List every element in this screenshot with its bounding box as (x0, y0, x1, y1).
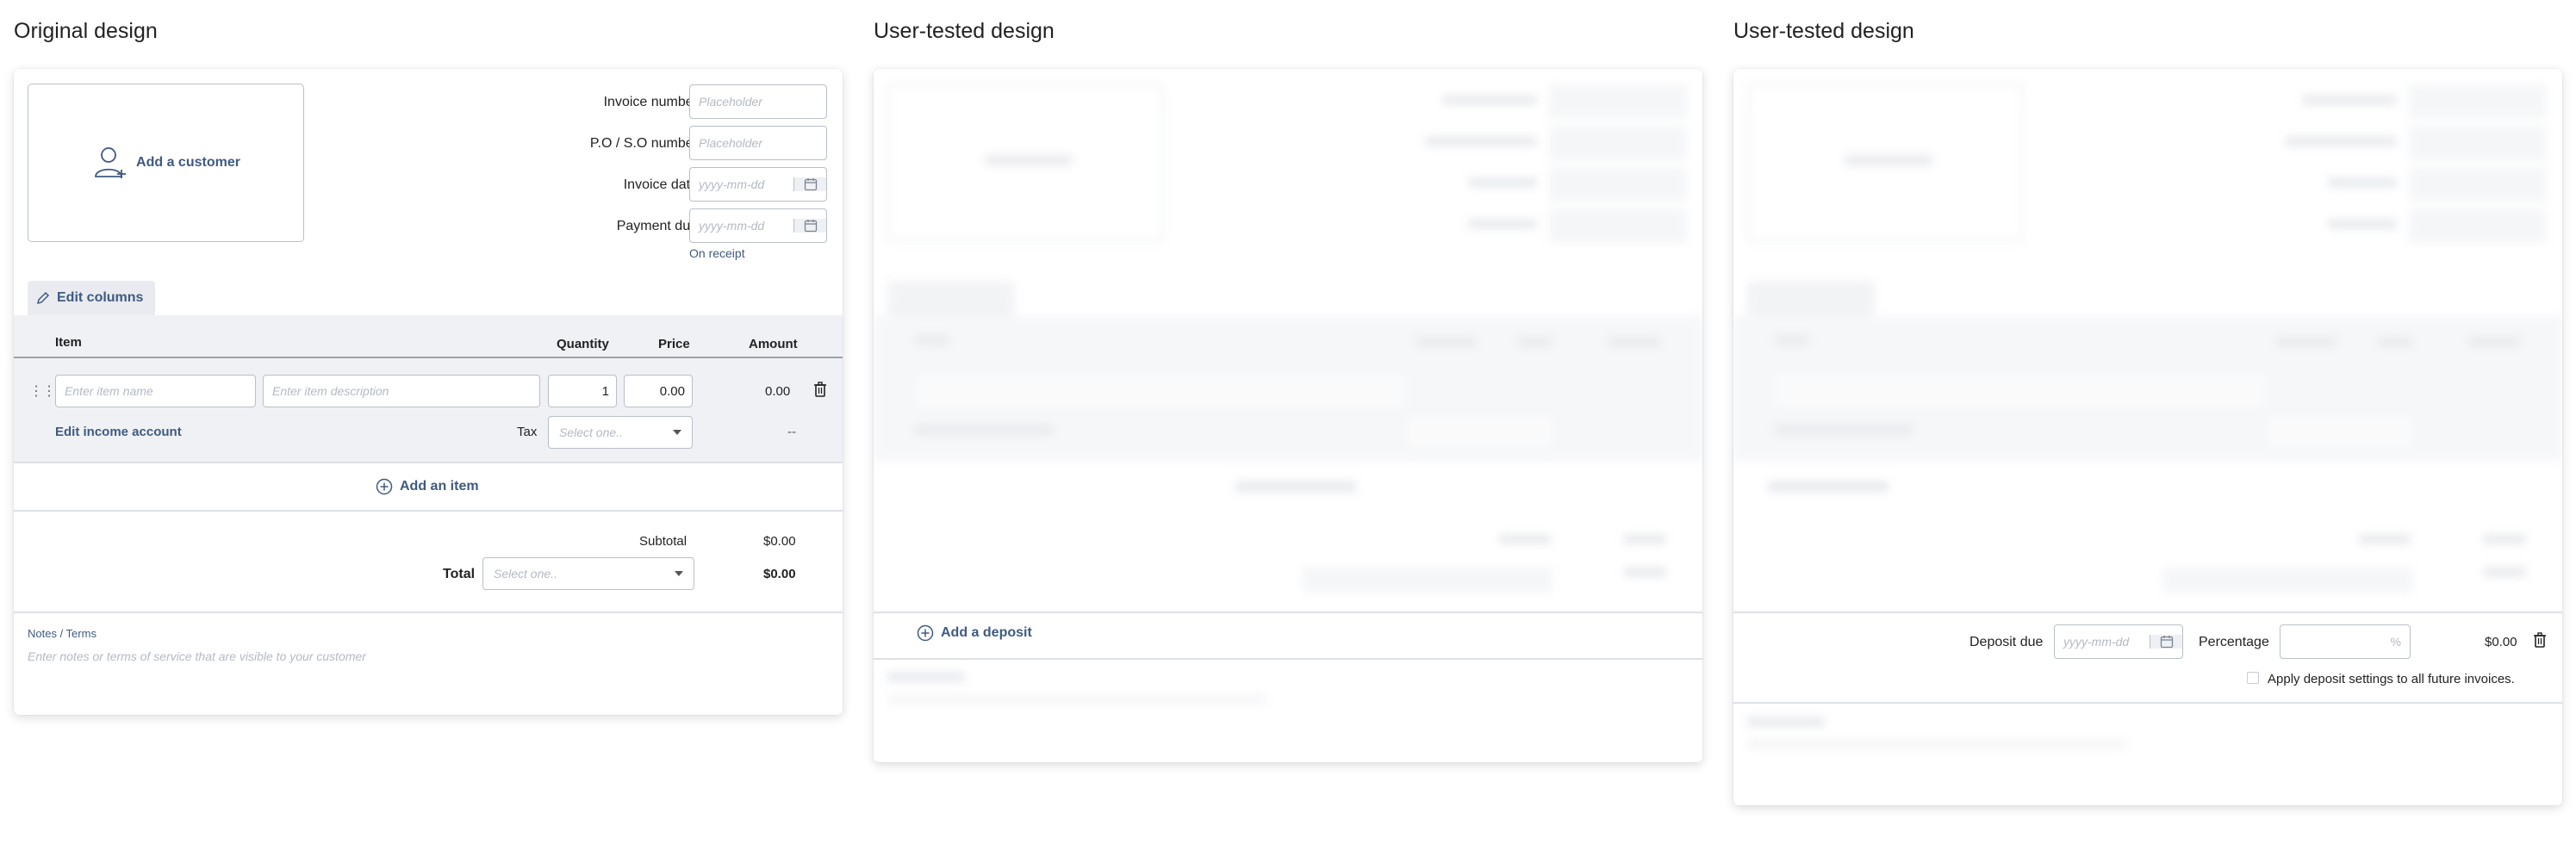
heading-user-tested-b: User-tested design (1733, 19, 1914, 43)
row-amount: 0.00 (765, 384, 791, 399)
invoice-card-tested-a: Add a deposit (874, 69, 1702, 762)
item-name-input[interactable]: Enter item name (55, 375, 256, 407)
col-amount-header: Amount (749, 337, 798, 351)
percent-unit: % (2390, 635, 2401, 649)
on-receipt-link[interactable]: On receipt (689, 246, 745, 260)
subtotal-value: $0.00 (763, 534, 796, 549)
divider (14, 612, 843, 613)
currency-select[interactable]: Select one.. (482, 557, 694, 590)
payment-due-placeholder: yyyy-mm-dd (699, 219, 765, 233)
edit-columns-tab[interactable]: Edit columns (28, 281, 155, 315)
invoice-date-label: Invoice date (623, 177, 698, 192)
calendar-icon[interactable] (2150, 635, 2182, 649)
add-customer-label: Add a customer (136, 155, 240, 170)
header-divider (14, 357, 843, 358)
apply-all-checkbox[interactable] (2247, 672, 2259, 684)
tax-amount: -- (787, 425, 796, 439)
deposit-due-label: Deposit due (1969, 635, 2044, 649)
col-price-header: Price (658, 337, 690, 351)
add-customer-button[interactable]: Add a customer (28, 84, 304, 242)
apply-all-label: Apply deposit settings to all future inv… (2268, 672, 2515, 686)
invoice-card-tested-b: Deposit due yyyy-mm-dd Percentage % $0.0… (1733, 69, 2562, 805)
blurred-invoice-content (1733, 69, 2562, 805)
divider (874, 658, 1702, 660)
tax-label: Tax (517, 425, 538, 439)
price-input[interactable]: 0.00 (624, 375, 693, 407)
edit-income-account-link[interactable]: Edit income account (55, 425, 182, 439)
invoice-number-label: Invoice number (603, 95, 698, 109)
notes-label: Notes / Terms (28, 627, 96, 640)
item-description-input[interactable]: Enter item description (263, 375, 540, 407)
deposit-due-placeholder: yyyy-mm-dd (2063, 635, 2130, 649)
edit-columns-label: Edit columns (57, 290, 144, 305)
col-item-header: Item (55, 335, 82, 350)
add-deposit-button[interactable]: Add a deposit (917, 624, 1032, 642)
delete-deposit-icon[interactable] (2533, 632, 2547, 652)
quantity-input[interactable]: 1 (548, 375, 617, 407)
divider (874, 612, 1702, 613)
add-user-icon (95, 147, 127, 178)
pencil-icon (36, 291, 50, 305)
deposit-amount: $0.00 (2485, 635, 2517, 649)
divider (1733, 702, 2562, 704)
invoice-card-original: Add a customer Invoice number Placeholde… (14, 69, 843, 715)
calendar-icon[interactable] (793, 219, 826, 233)
payment-due-input[interactable]: yyyy-mm-dd (689, 208, 827, 243)
percentage-label: Percentage (2199, 635, 2269, 649)
divider (14, 462, 843, 463)
invoice-number-input[interactable]: Placeholder (689, 84, 827, 119)
heading-user-tested-a: User-tested design (874, 19, 1055, 43)
deposit-due-input[interactable]: yyyy-mm-dd (2054, 624, 2183, 659)
divider (1733, 612, 2562, 613)
subtotal-label: Subtotal (639, 534, 688, 549)
divider (14, 510, 843, 512)
chevron-down-icon (675, 571, 683, 576)
plus-circle-icon (376, 478, 393, 495)
chevron-down-icon (673, 430, 681, 435)
total-value: $0.00 (763, 567, 796, 581)
heading-original: Original design (14, 19, 158, 43)
invoice-date-input[interactable]: yyyy-mm-dd (689, 167, 827, 202)
invoice-date-placeholder: yyyy-mm-dd (699, 177, 765, 191)
add-item-label: Add an item (400, 479, 479, 494)
tax-select[interactable]: Select one.. (548, 416, 693, 449)
currency-select-placeholder: Select one.. (494, 567, 557, 581)
payment-due-label: Payment due (616, 219, 698, 233)
plus-circle-icon (917, 624, 934, 642)
po-number-label: P.O / S.O number (589, 136, 698, 151)
col-quantity-header: Quantity (557, 337, 609, 351)
drag-handle-icon[interactable]: ⋮⋮ (29, 382, 56, 400)
delete-item-icon[interactable] (813, 382, 827, 401)
po-number-input[interactable]: Placeholder (689, 126, 827, 160)
tax-select-placeholder: Select one.. (559, 425, 623, 439)
add-item-button[interactable]: Add an item (376, 478, 479, 495)
notes-textarea[interactable]: Enter notes or terms of service that are… (28, 649, 366, 663)
percentage-input[interactable]: % (2280, 624, 2411, 659)
add-deposit-label: Add a deposit (941, 625, 1032, 640)
calendar-icon[interactable] (793, 177, 826, 191)
total-label: Total (443, 567, 476, 581)
